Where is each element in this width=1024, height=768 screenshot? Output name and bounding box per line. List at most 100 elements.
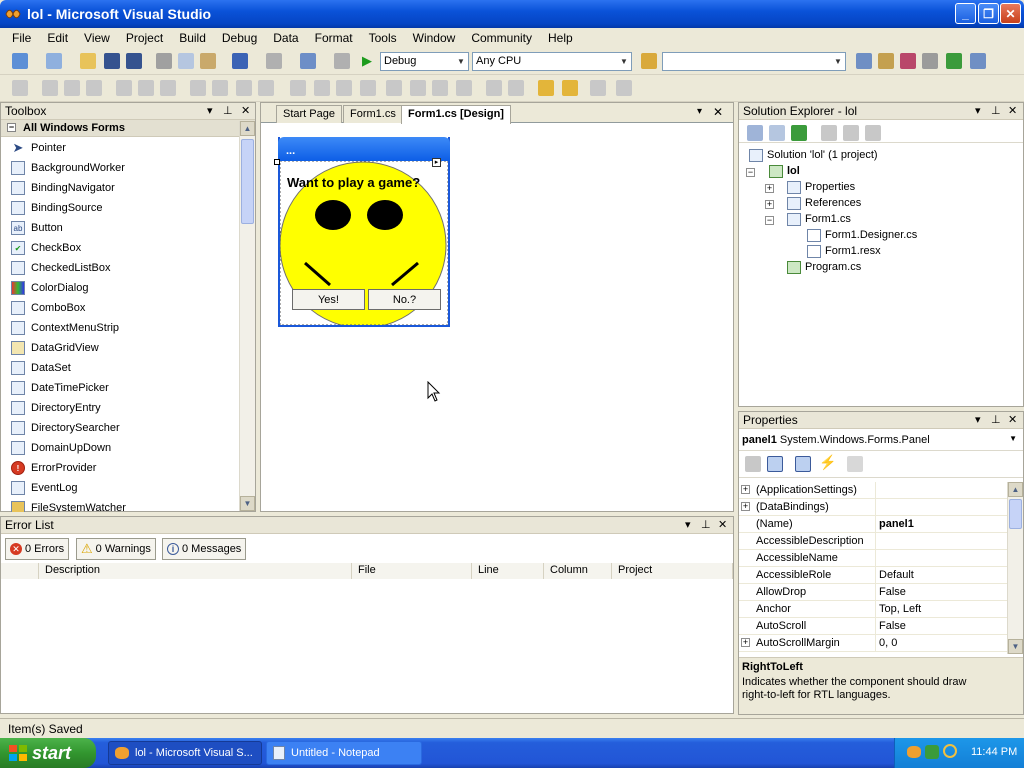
save-all-icon[interactable] — [126, 53, 142, 69]
chevron-down-icon[interactable]: ▾ — [975, 413, 981, 426]
align-rights-icon[interactable] — [86, 80, 102, 96]
expand-icon[interactable]: + — [765, 184, 774, 193]
property-value[interactable]: 0, 0 — [879, 637, 897, 649]
increase-spacing-icon[interactable] — [314, 80, 330, 96]
undo-icon[interactable] — [232, 53, 248, 69]
toolbox-item-bindingnavigator[interactable]: BindingNavigator — [1, 178, 239, 198]
platform-select[interactable]: Any CPU ▼ — [472, 52, 632, 71]
decrease-spacing-icon[interactable] — [336, 80, 352, 96]
object-browser-icon[interactable] — [900, 53, 916, 69]
minimize-button[interactable]: _ — [955, 3, 976, 24]
increase-vspacing-icon[interactable] — [410, 80, 426, 96]
make-same-width-icon[interactable] — [190, 80, 206, 96]
taskbar-item-notepad[interactable]: Untitled - Notepad — [266, 741, 422, 765]
bring-to-front-icon[interactable] — [538, 80, 554, 96]
close-icon[interactable]: ✕ — [713, 105, 723, 119]
menu-edit[interactable]: Edit — [39, 31, 76, 45]
close-icon[interactable]: ✕ — [1008, 104, 1017, 117]
toolbox-scrollbar[interactable]: ▲ ▼ — [239, 121, 255, 511]
align-tops-icon[interactable] — [116, 80, 132, 96]
column-header-file[interactable]: File — [352, 563, 472, 579]
tab-form1-design[interactable]: Form1.cs [Design] — [401, 105, 511, 124]
lock-controls-icon[interactable] — [616, 80, 632, 96]
center-horizontally-icon[interactable] — [486, 80, 502, 96]
expand-icon[interactable]: + — [765, 200, 774, 209]
toolbox-item-directoryentry[interactable]: DirectoryEntry — [1, 398, 239, 418]
object-selector[interactable]: panel1 System.Windows.Forms.Panel ▼ — [739, 431, 1023, 451]
selection-handle[interactable] — [274, 159, 280, 165]
cut-icon[interactable] — [156, 53, 172, 69]
expand-icon[interactable]: + — [741, 502, 750, 511]
tab-start-page[interactable]: Start Page — [276, 105, 342, 123]
chevron-down-icon[interactable]: ▾ — [975, 104, 981, 117]
refresh-icon[interactable] — [791, 125, 807, 141]
toolbox-group[interactable]: − All Windows Forms — [1, 120, 255, 137]
menu-data[interactable]: Data — [265, 31, 306, 45]
collapse-icon[interactable]: − — [765, 216, 774, 225]
property-value[interactable]: False — [879, 620, 906, 632]
add-item-icon[interactable] — [46, 53, 62, 69]
column-header-project[interactable]: Project — [612, 563, 733, 579]
tab-form1-cs[interactable]: Form1.cs — [343, 105, 403, 123]
property-row[interactable]: AccessibleName — [739, 550, 1007, 567]
send-to-back-icon[interactable] — [562, 80, 578, 96]
menu-help[interactable]: Help — [540, 31, 581, 45]
column-header-column[interactable]: Column — [544, 563, 612, 579]
size-to-grid-icon[interactable] — [212, 80, 228, 96]
show-all-files-icon[interactable] — [769, 125, 785, 141]
window-title-bar[interactable]: lol - Microsoft Visual Studio _ ❐ ✕ — [0, 0, 1024, 28]
collapse-icon[interactable]: − — [7, 123, 16, 132]
toolbox-item-datetimepicker[interactable]: DateTimePicker — [1, 378, 239, 398]
messages-filter-button[interactable]: i 0 Messages — [162, 538, 247, 560]
toolbox-item-backgroundworker[interactable]: BackgroundWorker — [1, 158, 239, 178]
chevron-down-icon[interactable]: ▼ — [1009, 434, 1017, 443]
property-value[interactable]: Default — [879, 569, 914, 581]
menu-format[interactable]: Format — [307, 31, 361, 45]
menu-file[interactable]: File — [4, 31, 39, 45]
tree-node-form1-designer[interactable]: Form1.Designer.cs — [807, 227, 917, 243]
chevron-down-icon[interactable]: ▾ — [685, 518, 691, 531]
view-class-diagram-icon[interactable] — [865, 125, 881, 141]
expand-icon[interactable]: + — [741, 638, 750, 647]
find-in-files-icon[interactable] — [641, 53, 657, 69]
align-bottoms-icon[interactable] — [160, 80, 176, 96]
pin-icon[interactable]: ⊥ — [223, 104, 233, 117]
tree-node-references[interactable]: References — [787, 195, 861, 211]
tree-node-program[interactable]: Program.cs — [787, 259, 861, 275]
properties-icon[interactable] — [747, 125, 763, 141]
toolbox-item-combobox[interactable]: ComboBox — [1, 298, 239, 318]
scroll-down-icon[interactable]: ▼ — [240, 496, 255, 511]
toolbox-item-bindingsource[interactable]: BindingSource — [1, 198, 239, 218]
close-button[interactable]: ✕ — [1000, 3, 1021, 24]
toolbox-item-checkbox[interactable]: ✔ CheckBox — [1, 238, 239, 258]
close-icon[interactable]: ✕ — [1008, 413, 1017, 426]
toolbox-item-dataset[interactable]: DataSet — [1, 358, 239, 378]
toolbox-item-checkedlistbox[interactable]: CheckedListBox — [1, 258, 239, 278]
property-value[interactable]: panel1 — [879, 518, 914, 530]
tab-order-icon[interactable] — [590, 80, 606, 96]
properties-view-icon[interactable] — [795, 456, 811, 472]
property-row[interactable]: (Name) panel1 — [739, 516, 1007, 533]
toolbox-item-errorprovider[interactable]: ! ErrorProvider — [1, 458, 239, 478]
column-header-line[interactable]: Line — [472, 563, 544, 579]
tree-node-properties[interactable]: Properties — [787, 179, 855, 195]
configuration-select[interactable]: Debug ▼ — [380, 52, 469, 71]
menu-view[interactable]: View — [76, 31, 118, 45]
menu-project[interactable]: Project — [118, 31, 171, 45]
form-title-bar[interactable]: ... — [278, 137, 450, 161]
align-lefts-icon[interactable] — [42, 80, 58, 96]
find-icon[interactable] — [334, 53, 350, 69]
tray-vs-icon[interactable] — [907, 746, 921, 758]
redo-icon[interactable] — [266, 53, 282, 69]
navigate-icon[interactable] — [300, 53, 316, 69]
start-page-icon[interactable] — [946, 53, 962, 69]
property-row[interactable]: AllowDrop False — [739, 584, 1007, 601]
open-icon[interactable] — [80, 53, 96, 69]
tree-node-project[interactable]: lol — [769, 163, 800, 179]
properties-window-icon[interactable] — [878, 53, 894, 69]
expand-icon[interactable]: + — [741, 485, 750, 494]
collapse-icon[interactable]: − — [746, 168, 755, 177]
property-row[interactable]: AccessibleDescription — [739, 533, 1007, 550]
menu-build[interactable]: Build — [171, 31, 214, 45]
close-icon[interactable]: ✕ — [241, 104, 250, 117]
